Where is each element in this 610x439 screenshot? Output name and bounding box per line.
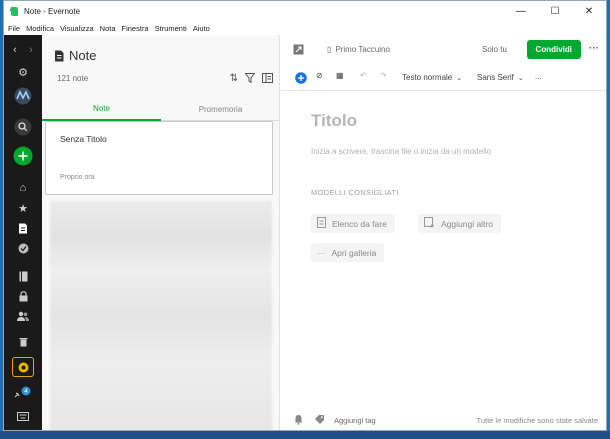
- settings-icon[interactable]: ⚙: [13, 63, 33, 81]
- text-style-dropdown[interactable]: Testo normale ⌄: [402, 73, 462, 82]
- notes-icon[interactable]: [13, 219, 33, 237]
- title-bar: Note - Evernote — ☐ ✕: [4, 1, 606, 21]
- text-style-value: Testo normale: [402, 73, 453, 82]
- sort-icon[interactable]: ⇅: [230, 73, 238, 86]
- blurred-note-list: [50, 201, 272, 430]
- notebook-name: Primo Taccuino: [335, 45, 390, 54]
- redo-icon[interactable]: ↷: [380, 71, 387, 80]
- checklist-doc-icon: [317, 217, 326, 230]
- share-button[interactable]: Condividi: [526, 40, 581, 59]
- avatar[interactable]: [13, 87, 33, 105]
- tasks-icon[interactable]: [13, 239, 33, 257]
- taskbar: [0, 431, 610, 439]
- editor-footer: Aggiungi tag Tutte le modifiche sono sta…: [281, 408, 606, 430]
- maximize-button[interactable]: ☐: [538, 1, 572, 21]
- template-label: Apri galleria: [331, 247, 377, 258]
- insert-button[interactable]: [295, 72, 307, 84]
- calendar-icon[interactable]: ▦: [336, 71, 344, 80]
- tag-icon[interactable]: [314, 414, 325, 425]
- menu-visualizza[interactable]: Visualizza: [60, 24, 94, 33]
- notebook-selector[interactable]: ▯ Primo Taccuino: [327, 45, 390, 54]
- notebooks-icon[interactable]: [13, 267, 33, 285]
- search-icon[interactable]: [13, 118, 33, 136]
- tab-promemoria[interactable]: Promemoria: [161, 97, 280, 121]
- page-title: Note: [69, 48, 97, 63]
- menu-bar: File Modifica Visualizza Nota Finestra S…: [4, 21, 606, 35]
- chevron-down-icon: ⌄: [517, 74, 524, 82]
- new-note-button[interactable]: [13, 146, 33, 166]
- notification-badge: 4: [24, 388, 28, 395]
- sharing-status: Solo tu: [482, 45, 507, 54]
- formatting-toolbar: ⊘ ▦ ↶ ↷ Testo normale ⌄ Sans Serif ⌄ ...: [281, 65, 606, 91]
- note-list-panel: Note 121 note ⇅ Note Promemoria Senza Ti…: [42, 35, 280, 430]
- template-todo-list[interactable]: Elenco da fare: [311, 214, 395, 233]
- notifications-icon[interactable]: 4: [13, 385, 33, 403]
- font-value: Sans Serif: [477, 73, 514, 82]
- menu-nota[interactable]: Nota: [100, 24, 116, 33]
- keyboard-icon[interactable]: [13, 407, 33, 425]
- add-template-icon: [424, 217, 435, 230]
- lock-icon[interactable]: [13, 287, 33, 305]
- star-icon[interactable]: ★: [13, 199, 33, 217]
- forward-arrow-icon[interactable]: ›: [24, 41, 38, 59]
- note-count: 121 note: [57, 74, 89, 83]
- note-list-tabs: Note Promemoria: [42, 97, 280, 121]
- template-add-more[interactable]: Aggiungi altro: [418, 214, 501, 233]
- add-tag-button[interactable]: Aggiungi tag: [334, 416, 376, 425]
- window-title: Note - Evernote: [24, 6, 81, 16]
- window-controls: — ☐ ✕: [504, 1, 606, 21]
- template-label: Elenco da fare: [332, 218, 387, 229]
- trash-icon[interactable]: [13, 333, 33, 351]
- menu-strumenti[interactable]: Strumenti: [155, 24, 187, 33]
- view-options-icon[interactable]: [262, 73, 273, 86]
- expand-icon[interactable]: [293, 44, 304, 55]
- note-title-input[interactable]: Titolo: [311, 111, 357, 131]
- filter-icon[interactable]: [244, 73, 256, 86]
- font-dropdown[interactable]: Sans Serif ⌄: [477, 73, 524, 82]
- menu-finestra[interactable]: Finestra: [122, 24, 149, 33]
- note-card-selected[interactable]: Senza Titolo Proprio ora: [45, 121, 273, 195]
- close-button[interactable]: ✕: [572, 1, 606, 21]
- save-status: Tutte le modifiche sono state salvate: [476, 416, 598, 425]
- editor-header: ▯ Primo Taccuino Solo tu Condividi ···: [281, 35, 606, 63]
- note-body-hint[interactable]: Inizia a scrivere, trascina file o inizi…: [311, 147, 491, 156]
- template-open-gallery[interactable]: ··· Apri galleria: [311, 243, 385, 262]
- minimize-button[interactable]: —: [504, 1, 538, 21]
- note-list-tools: ⇅: [230, 73, 273, 86]
- sidebar: ‹ › ⚙ ⌂ ★ 4: [4, 35, 42, 430]
- menu-file[interactable]: File: [8, 24, 20, 33]
- chevron-down-icon: ⌄: [456, 74, 463, 82]
- checklist-icon[interactable]: ⊘: [316, 71, 323, 80]
- template-label: Aggiungi altro: [441, 218, 493, 229]
- notes-header-icon: [54, 50, 64, 62]
- undo-icon[interactable]: ↶: [360, 71, 367, 80]
- menu-aiuto[interactable]: Aiuto: [193, 24, 210, 33]
- upgrade-button[interactable]: [12, 357, 34, 377]
- more-options-button[interactable]: ···: [589, 43, 599, 54]
- note-card-title: Senza Titolo: [60, 134, 107, 144]
- shared-users-icon[interactable]: [13, 307, 33, 325]
- ellipsis-icon: ···: [317, 247, 326, 258]
- back-arrow-icon[interactable]: ‹: [8, 41, 22, 59]
- toolbar-more-button[interactable]: ...: [535, 72, 542, 81]
- notebook-icon: ▯: [327, 45, 332, 54]
- menu-modifica[interactable]: Modifica: [26, 24, 54, 33]
- app-window: Note - Evernote — ☐ ✕ File Modifica Visu…: [3, 0, 607, 431]
- templates-heading: MODELLI CONSIGLIATI: [311, 188, 399, 197]
- evernote-logo-icon: [8, 6, 19, 17]
- note-card-date: Proprio ora: [60, 174, 95, 181]
- tab-note[interactable]: Note: [42, 97, 161, 121]
- reminder-bell-icon[interactable]: [293, 414, 304, 425]
- note-list-header: Note: [54, 48, 96, 63]
- home-icon[interactable]: ⌂: [13, 179, 33, 197]
- note-editor: ▯ Primo Taccuino Solo tu Condividi ··· ⊘…: [281, 35, 606, 430]
